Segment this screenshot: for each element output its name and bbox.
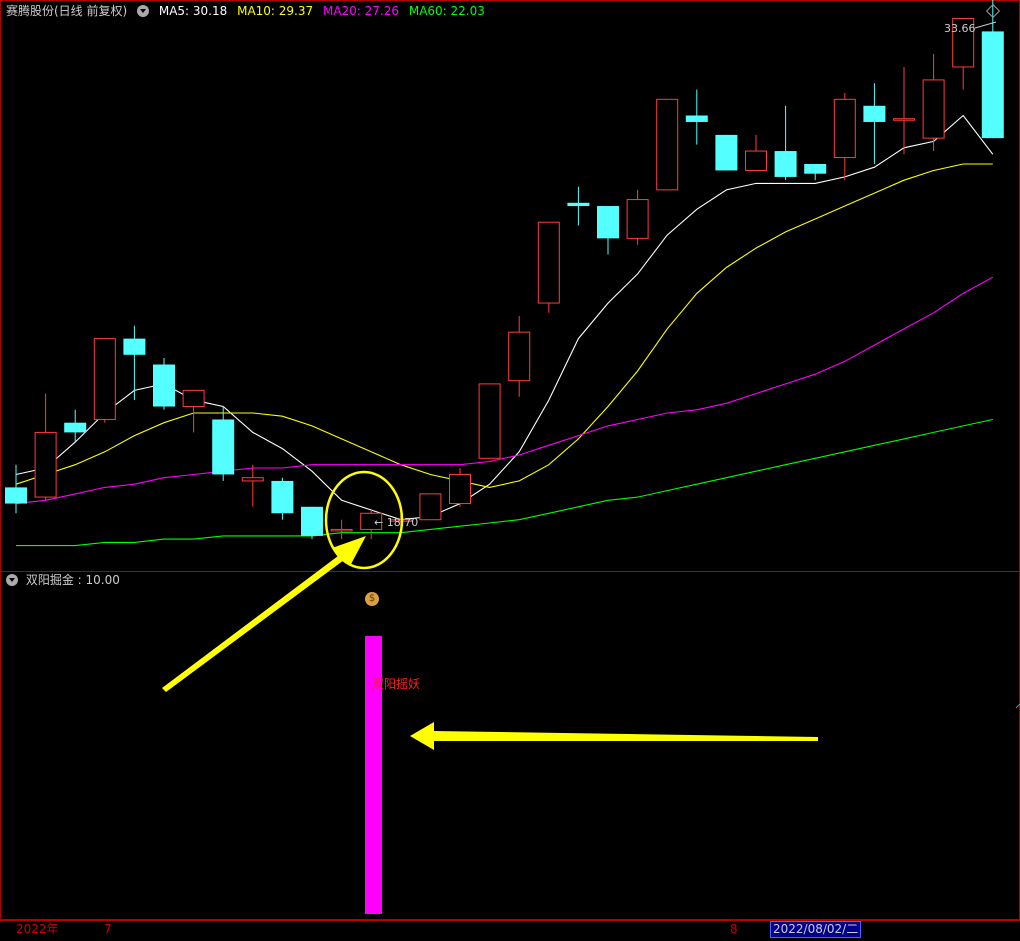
ma5-label: MA5: 30.18 — [158, 4, 228, 18]
indicator-header: 双阳掘金 : 10.00 — [6, 573, 120, 587]
candle-body — [182, 389, 205, 408]
candle-body — [478, 383, 501, 459]
signal-bar-label: 双阳摇妖 — [372, 677, 420, 691]
ma20-label: MA20: 27.26 — [322, 4, 400, 18]
date-axis — [0, 920, 1020, 941]
candle-body — [449, 473, 471, 505]
candle-body — [34, 431, 57, 498]
money-bag-icon: $ — [365, 592, 379, 606]
candle-body — [419, 493, 442, 521]
candle — [567, 186, 590, 226]
candle — [537, 221, 560, 313]
stock-title[interactable]: 赛腾股份(日线 前复权) — [6, 4, 127, 18]
axis-month-july: 7 — [104, 922, 112, 936]
candle-body — [833, 98, 856, 159]
candle — [5, 464, 27, 514]
candle — [833, 92, 856, 181]
candle-body — [537, 221, 560, 304]
ma60-line — [16, 418, 993, 547]
candle — [626, 189, 649, 245]
ma10-label: MA10: 29.37 — [237, 4, 314, 18]
candle — [508, 315, 531, 397]
candle — [271, 477, 294, 520]
cursor-date: 2022/08/02/二 — [770, 921, 862, 938]
chart-stage[interactable]: 双阳摇妖 33.66 ← 18.70 赛腾股份(日线 前复权) MA5: 30.1… — [0, 0, 1020, 940]
chart-svg[interactable]: 双阳摇妖 33.66 ← 18.70 — [0, 0, 1020, 940]
low-price-label: ← 18.70 — [374, 516, 418, 529]
axis-month-aug: 8 — [730, 922, 738, 936]
candle-body — [508, 331, 531, 382]
candle-body — [981, 31, 1004, 139]
chevron-down-icon[interactable] — [137, 5, 150, 17]
main-frame — [0, 0, 1020, 920]
candle-body — [271, 480, 294, 514]
candle — [419, 493, 442, 521]
candle-body — [241, 477, 264, 482]
candle — [478, 383, 501, 459]
candle-body — [745, 150, 767, 171]
candle-body — [626, 199, 649, 239]
candle — [153, 358, 175, 410]
chevron-down-icon[interactable] — [6, 574, 18, 586]
candle — [449, 467, 471, 507]
candle-body — [93, 338, 116, 420]
candle-body — [567, 202, 590, 207]
candle — [64, 409, 87, 443]
candle-body — [123, 338, 146, 355]
indicator-label[interactable]: 双阳掘金 : 10.00 — [26, 573, 120, 587]
candle — [93, 338, 116, 423]
candle — [863, 83, 886, 164]
candle — [745, 134, 767, 171]
candle-body — [715, 134, 738, 171]
candle — [34, 393, 57, 501]
candle-body — [212, 419, 235, 475]
candle-body — [5, 487, 27, 504]
candle-body — [922, 79, 945, 139]
ma60-label: MA60: 22.03 — [408, 4, 485, 18]
candle — [212, 406, 235, 481]
ma10-line — [15, 163, 993, 488]
main-header: 赛腾股份(日线 前复权) MA5: 30.18 MA10: 29.37 MA20… — [6, 4, 491, 18]
candle-body — [64, 422, 87, 433]
candle — [656, 98, 679, 191]
candle — [301, 506, 323, 540]
candle — [597, 206, 619, 255]
candle-body — [656, 98, 679, 191]
candle-body — [597, 206, 619, 239]
candle — [922, 54, 945, 152]
candle — [804, 163, 827, 181]
candle — [893, 66, 915, 155]
arrow-horizontal — [410, 722, 818, 750]
axis-year-label: 2022年 — [16, 922, 59, 936]
candle — [981, 0, 1004, 139]
candle — [330, 519, 353, 540]
candle-body — [301, 506, 323, 536]
candle-body — [330, 528, 353, 532]
candle — [182, 389, 205, 433]
arrow-diagonal — [162, 536, 366, 692]
ma5-line — [15, 114, 994, 521]
candle — [685, 89, 708, 145]
candle — [774, 105, 797, 181]
candle — [241, 464, 264, 507]
candle-body — [685, 115, 708, 122]
candle — [715, 134, 738, 171]
candle-body — [153, 364, 175, 407]
candle-body — [774, 151, 797, 177]
candle-body — [863, 105, 886, 122]
candle-body — [804, 163, 827, 174]
high-price-label: 33.66 — [944, 22, 976, 35]
candle-body — [893, 118, 915, 121]
